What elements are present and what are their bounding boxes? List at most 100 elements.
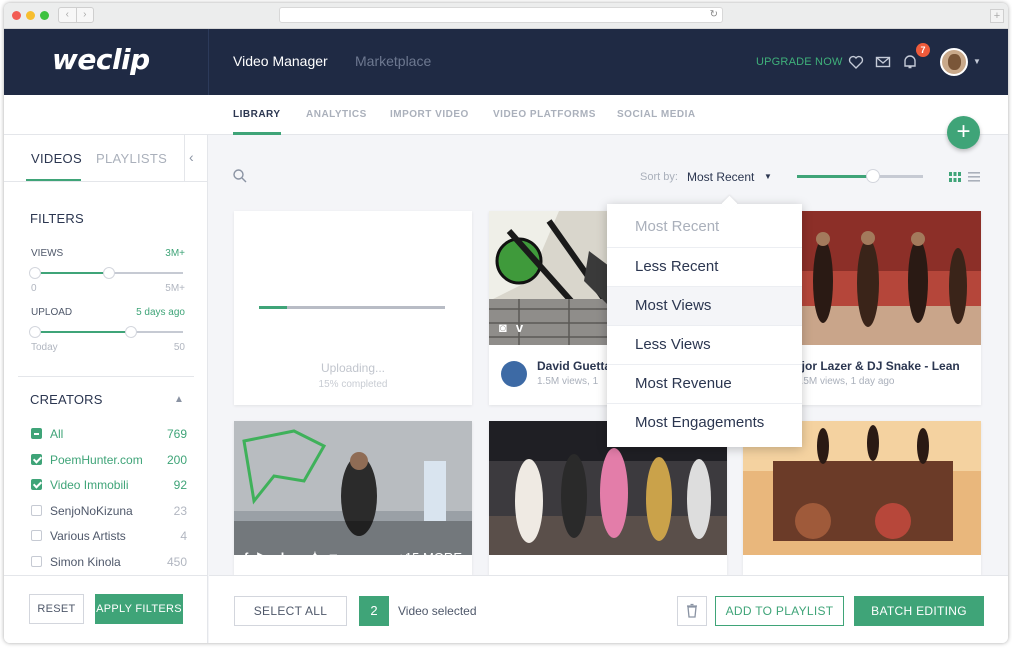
upload-max-handle[interactable]	[125, 326, 138, 338]
new-tab-button[interactable]: +	[990, 9, 1004, 23]
nav-marketplace[interactable]: Marketplace	[355, 53, 431, 69]
upgrade-now-link[interactable]: UPGRADE NOW	[756, 56, 843, 68]
apply-filters-button[interactable]: APPLY FILTERS	[95, 594, 183, 624]
platform-icons: f ▶ d v ✦ ◙	[244, 549, 337, 565]
bell-icon[interactable]	[902, 54, 918, 70]
sort-option-most-engagements[interactable]: Most Engagements	[607, 403, 802, 442]
sort-option-most-views[interactable]: Most Views	[607, 286, 802, 325]
sort-option-less-views[interactable]: Less Views	[607, 325, 802, 364]
vimeo-icon: v	[515, 320, 524, 335]
video-card-dance[interactable]: f ▶ d v ✦ ◙ +15 MORE	[234, 421, 472, 575]
creator-count: 450	[166, 554, 187, 569]
sort-option-less-recent[interactable]: Less Recent	[607, 247, 802, 286]
selected-count-badge: 2	[359, 596, 389, 626]
creator-count: 769	[166, 427, 187, 441]
address-bar[interactable]: ↻	[279, 7, 723, 23]
video-title[interactable]: David Guetta	[537, 359, 611, 373]
creator-filter-item[interactable]: PoemHunter.com 200	[31, 451, 187, 469]
thumbnail-size-handle[interactable]	[865, 169, 880, 183]
tab-video-platforms[interactable]: VIDEO PLATFORMS	[493, 109, 596, 120]
sort-option-most-recent[interactable]: Most Recent	[607, 208, 802, 247]
more-platforms-label[interactable]: +15 MORE	[397, 550, 462, 565]
checkbox[interactable]	[31, 530, 42, 541]
sort-dropdown-menu: Most Recent Less Recent Most Views Less …	[607, 204, 802, 447]
add-to-playlist-button[interactable]: ADD TO PLAYLIST	[715, 596, 844, 626]
chevron-up-icon[interactable]: ▲	[174, 394, 184, 405]
caret-down-icon[interactable]: ▼	[764, 172, 772, 181]
checkbox[interactable]	[31, 453, 42, 465]
creator-filter-item[interactable]: Various Artists 4	[31, 527, 187, 545]
select-all-button[interactable]: SELECT ALL	[234, 596, 347, 626]
views-min-label: 0	[31, 283, 37, 294]
mail-icon[interactable]	[875, 54, 891, 70]
creator-count: 4	[180, 529, 187, 543]
video-stats: 1.5M views, 1	[537, 376, 599, 387]
sidebar-tab-playlists[interactable]: PLAYLISTS	[96, 151, 167, 166]
app-logo[interactable]: weclip	[52, 43, 150, 76]
sidebar-tab-videos[interactable]: VIDEOS	[31, 151, 82, 166]
sort-option-most-revenue[interactable]: Most Revenue	[607, 364, 802, 403]
upload-min-handle[interactable]	[29, 326, 41, 338]
nav-divider	[208, 29, 209, 95]
collapse-sidebar-icon[interactable]: ‹	[189, 149, 194, 165]
tab-library[interactable]: LIBRARY	[233, 109, 281, 120]
creator-avatar	[501, 361, 527, 387]
upload-status: Uploading...	[320, 361, 386, 375]
tab-import-video[interactable]: IMPORT VIDEO	[390, 109, 469, 120]
reload-icon[interactable]: ↻	[710, 8, 718, 22]
back-arrow-icon[interactable]: ‹	[59, 8, 77, 22]
sidebar-footer: RESET APPLY FILTERS	[4, 575, 208, 643]
chevron-down-icon[interactable]: ▼	[973, 57, 981, 66]
thumbnail-size-slider[interactable]	[797, 169, 923, 183]
upload-filter-value: 5 days ago	[136, 307, 185, 318]
dailymotion-icon: d	[276, 549, 285, 565]
creators-heading: CREATORS	[30, 392, 103, 407]
browser-window: ‹ › ↻ + weclip Video Manager Marketplace…	[4, 3, 1008, 643]
creator-name: Various Artists	[50, 529, 126, 543]
reset-filters-button[interactable]: RESET	[29, 594, 84, 624]
views-filter-label: VIEWS	[31, 248, 64, 259]
views-filter-value: 3M+	[165, 248, 185, 259]
sort-by-label: Sort by:	[640, 171, 678, 183]
creator-filter-item[interactable]: SenjoNoKizuna 23	[31, 502, 187, 520]
checkbox[interactable]	[31, 479, 42, 490]
checkbox[interactable]	[31, 504, 42, 516]
bulk-actions-bar: SELECT ALL 2 Video selected ADD TO PLAYL…	[209, 575, 1008, 643]
maximize-window-dot[interactable]	[40, 11, 49, 20]
creator-name: Simon Kinola	[50, 554, 121, 569]
search-icon[interactable]	[232, 168, 248, 184]
creator-filter-item[interactable]: Video Immobili 92	[31, 476, 187, 494]
views-range-slider[interactable]	[29, 267, 183, 279]
creator-filter-item[interactable]: Simon Kinola 450	[31, 553, 187, 571]
forward-arrow-icon[interactable]: ›	[77, 8, 94, 22]
creator-filter-item[interactable]: All 769	[31, 425, 187, 443]
views-min-handle[interactable]	[29, 267, 41, 279]
video-card-uploading[interactable]: Uploading... 15% completed	[234, 211, 472, 405]
twitter-icon: ✦	[309, 549, 321, 564]
upload-range-slider[interactable]	[29, 326, 183, 338]
checkbox[interactable]	[31, 555, 42, 567]
video-title[interactable]: ajor Lazer & DJ Snake - Lean	[795, 359, 960, 373]
nav-video-manager[interactable]: Video Manager	[233, 53, 328, 69]
minimize-window-dot[interactable]	[26, 11, 35, 20]
tab-social-media[interactable]: SOCIAL MEDIA	[617, 109, 696, 120]
active-tab-indicator	[233, 132, 281, 135]
list-view-icon[interactable]	[968, 172, 980, 182]
grid-view-icon[interactable]	[949, 172, 961, 182]
notification-badge: 7	[916, 43, 930, 57]
creator-count: 200	[166, 452, 187, 467]
add-video-button[interactable]: +	[947, 116, 980, 149]
instagram-icon: ◙	[329, 549, 338, 565]
batch-editing-button[interactable]: BATCH EDITING	[854, 596, 984, 626]
tab-analytics[interactable]: ANALYTICS	[306, 109, 367, 120]
user-avatar[interactable]	[940, 48, 968, 76]
views-max-handle[interactable]	[103, 267, 115, 279]
instagram-icon: ◙	[499, 320, 507, 335]
sort-dropdown-trigger[interactable]: Most Recent	[687, 170, 754, 184]
delete-button[interactable]	[677, 596, 707, 626]
close-window-dot[interactable]	[12, 11, 21, 20]
heart-icon[interactable]	[848, 54, 864, 70]
video-thumbnail[interactable]	[234, 421, 472, 555]
checkbox[interactable]	[31, 428, 42, 439]
vimeo-icon: v	[293, 549, 301, 565]
